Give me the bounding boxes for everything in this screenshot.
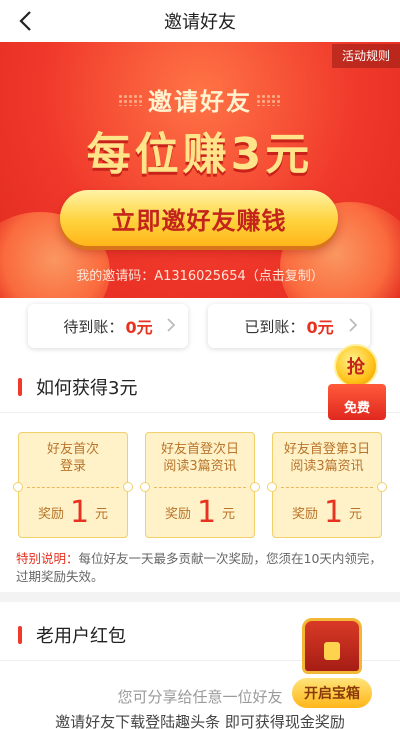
task-reward: 奖励 1 元 [37,495,109,530]
chevron-right-icon [167,318,176,332]
invite-code-copy[interactable]: 我的邀请码：A1316025654（点击复制） [0,265,400,284]
lock-icon [324,642,340,660]
free-grab-badge[interactable]: 抢 免费 [322,344,392,422]
grab-coin-icon: 抢 [334,344,378,388]
dashed-divider [281,487,373,488]
chevron-left-icon [19,11,31,31]
task-reward: 奖励 1 元 [164,495,236,530]
pending-value: 0元 [125,318,153,337]
pending-label: 待到账： [63,317,124,336]
received-label: 已到账： [244,317,305,336]
chevron-right-icon [349,318,358,332]
banner-headline: 每位赚3元 [86,129,314,180]
how-to-earn-title: 如何获得3元 [18,376,138,399]
section-title-text: 老用户红包 [36,626,126,647]
ticket-notch [13,482,23,492]
task-card-2: 好友首登次日 阅读3篇资讯 奖励 1 元 [140,432,260,538]
banner-subtitle: 邀请好友 [148,88,252,116]
page-title: 邀请好友 [164,12,236,33]
task-card-3: 好友首登第3日 阅读3篇资讯 奖励 1 元 [267,432,387,538]
old-user-line-1: 您可分享给任意一位好友 [117,688,283,706]
old-user-title: 老用户红包 [18,624,126,647]
old-user-line-2: 邀请好友下载登陆趣头条 即可获得现金奖励 [55,713,345,729]
back-button[interactable] [10,6,40,36]
dashed-divider [27,487,119,488]
dashed-divider [154,487,246,488]
ticket-notch [267,482,277,492]
task-reward: 奖励 1 元 [291,495,363,530]
received-value: 0元 [306,318,334,337]
special-note: 特别说明：每位好友一天最多贡献一次奖励，您须在10天内领完，过期奖励失效。 [16,550,384,586]
task-title: 好友首登第3日 阅读3篇资讯 [283,442,371,474]
section-title-text: 如何获得3元 [36,378,138,399]
ticket-notch [250,482,260,492]
received-balance-card[interactable]: 已到账： 0元 [208,304,370,348]
free-label: 免费 [328,384,386,420]
ticket-notch [377,482,387,492]
note-label: 特别说明： [16,551,79,566]
section-accent-bar [18,378,22,396]
task-title: 好友首次 登录 [46,442,99,474]
ticket-notch [140,482,150,492]
pending-balance-card[interactable]: 待到账： 0元 [28,304,188,348]
ticket-notch [123,482,133,492]
section-accent-bar [18,626,22,644]
task-card-1: 好友首次 登录 奖励 1 元 [13,432,133,538]
top-nav-bar: 邀请好友 [0,0,400,42]
activity-rules-link[interactable]: 活动规则 [331,44,400,68]
task-title: 好友首登次日 阅读3篇资讯 [160,442,239,474]
invite-banner: 活动规则 邀请好友 每位赚3元 立即邀好友赚钱 我的邀请码：A131602565… [0,42,400,300]
invite-friends-button[interactable]: 立即邀好友赚钱 [60,190,338,246]
